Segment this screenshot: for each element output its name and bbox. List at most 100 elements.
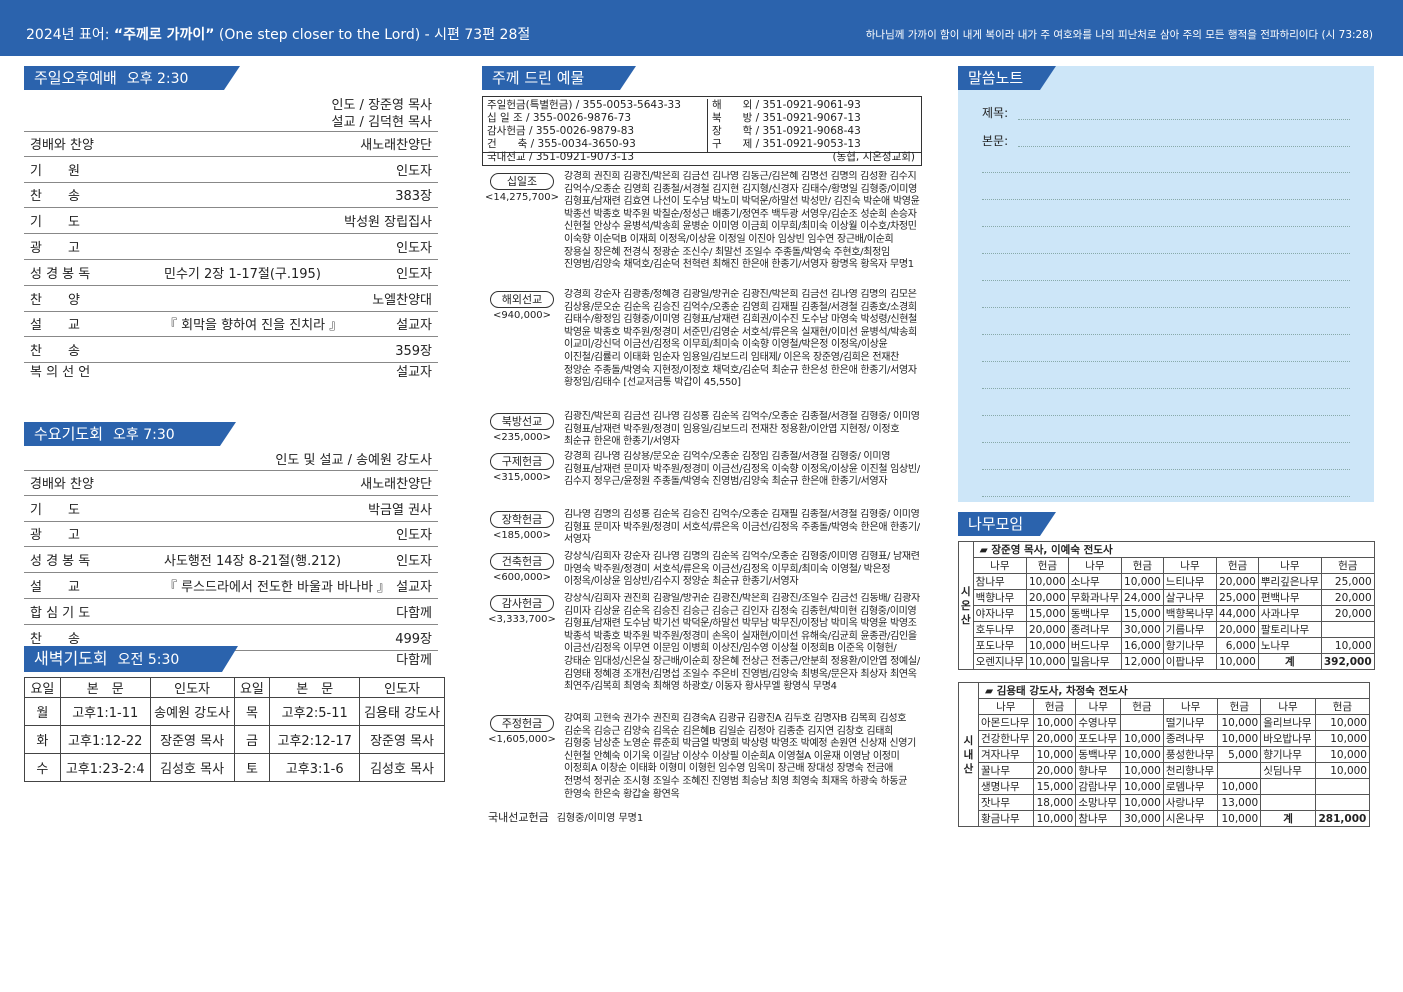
tree-cell: 천리향나무	[1162, 762, 1219, 779]
tree-cell: 10,000	[1032, 714, 1077, 731]
dawn-cell: 김성호 목사	[149, 753, 235, 782]
order-person: 설교자	[396, 579, 432, 595]
tree-cell: 겨자나무	[978, 746, 1034, 763]
tree-cell: 10,000	[1320, 637, 1375, 654]
tree-row: 황금나무 10,000 참나무 30,000 시온나무 10,000 계 281,000	[959, 810, 1371, 827]
account-list-right: 해 외 / 351-0921-9061-93 북 방 / 351-0921-906…	[707, 99, 861, 153]
dawn-cell: 김성호 목사	[359, 753, 445, 782]
tree-cell: 아몬드나무	[978, 714, 1034, 731]
offering-label: 장학헌금	[490, 511, 554, 528]
order-item: 찬 송	[30, 631, 80, 647]
order-item: 성 경 봉 독	[30, 554, 91, 570]
tree-header: 나무	[1075, 698, 1122, 715]
offering-label: 건축헌금	[490, 553, 554, 570]
tree-cell: 계	[1260, 810, 1316, 827]
tree-cell: 10,000	[1217, 714, 1262, 731]
tree-cell: 건강한나무	[978, 730, 1034, 747]
offering-amount: <3,333,700>	[488, 614, 556, 625]
account-line: 건 축 / 355-0034-3650-93	[487, 138, 636, 150]
tree-header: 나무	[1067, 557, 1123, 574]
offering-names: 김광진/박은희 김금선 김나영 김성홍 김순옥 김억수/오종순 김종철/서경철 …	[564, 411, 920, 447]
offering-item: 건축헌금 <600,000> 강상식/김희자 강순자 김나영 김명의 김순옥 김억수…	[482, 549, 924, 587]
dawn-section: 새벽기도회 오전 5:30 요일 본 문 인도자 요일 본 문 인도자 월 고후1:1-11 송…	[24, 646, 445, 782]
note-line	[982, 280, 1350, 281]
offering-item: 감사헌금 <3,333,700> 강상식/김희자 권진희 김광일/방귀순 김광진/박…	[482, 591, 924, 709]
account-line: 구 제 / 351-0921-9053-13	[712, 138, 861, 150]
dawn-cell: 장준영 목사	[359, 725, 445, 754]
tree-cell: 6,000	[1216, 637, 1259, 654]
account-line: 북 방 / 351-0921-9067-13	[712, 112, 861, 124]
tree-header: 나무	[1260, 698, 1316, 715]
dawn-cell: 금	[233, 725, 271, 754]
tree-cell: 10,000	[1025, 637, 1069, 654]
tree-cell: 44,000	[1216, 605, 1259, 622]
offering-names: 강경희 권진희 김광진/박은희 김금선 김나영 김동근/김은혜 김명선 김명의 …	[564, 171, 920, 271]
tree-cell: 감람나무	[1075, 778, 1122, 795]
order-person: 499장	[395, 631, 432, 647]
note-line	[982, 253, 1350, 254]
order-item: 찬 송	[30, 189, 80, 205]
order-row: 찬 송 359장	[24, 337, 438, 364]
order-row: 찬 송 383장	[24, 183, 438, 209]
tree-cell: 392,000	[1320, 653, 1375, 670]
note-line	[982, 496, 1350, 497]
order-item: 설 교	[30, 318, 80, 334]
order-row: 광 고 인도자	[24, 234, 438, 260]
order-item: 찬 양	[30, 292, 80, 308]
dawn-header: 본 문	[59, 677, 151, 698]
tree-cell: 기름나무	[1162, 621, 1218, 638]
note-line	[982, 307, 1350, 308]
tree-cell: 281,000	[1314, 810, 1371, 827]
tree-header: 나무	[1162, 557, 1218, 574]
offering-names: 강경희 강순자 김광종/정혜경 김광일/방귀순 김광진/박은희 김금선 김나영 …	[564, 289, 918, 389]
note-line	[982, 334, 1350, 335]
tree-header: 나무	[978, 698, 1034, 715]
header-motto: 2024년 표어: “주께로 가까이” (One step closer to …	[26, 27, 531, 43]
order-row: 경배와 찬양 새노래찬양단	[24, 131, 438, 157]
header-bar: 2024년 표어: “주께로 가까이” (One step closer to …	[0, 0, 1403, 56]
order-row: 합 심 기 도 다함께	[24, 599, 438, 625]
tree-header: 헌금	[1121, 557, 1164, 574]
note-line	[1018, 119, 1350, 120]
tree-table-sion: 시온산 ▰ 장준영 목사, 이예숙 전도사 나무 헌금 나무 헌금 나무 헌금 나무 헌금 참나무 1…	[958, 541, 1375, 670]
header-verse: 하나님께 가까이 함이 내게 복이라 내가 주 여호와를 나의 피난처로 삼아 …	[865, 29, 1373, 41]
dawn-table: 요일 본 문 인도자 요일 본 문 인도자 월 고후1:1-11 송예원 강도사 목 고후2:5-…	[24, 677, 445, 782]
offering-names: 강상식/김희자 강순자 김나영 김명의 김순옥 김억수/오종순 김형중/이미영 …	[564, 551, 920, 587]
tree-cell: 25,000	[1320, 573, 1375, 590]
tree-cell: 13,000	[1217, 794, 1262, 811]
sunday-leaders: 인도 / 장준영 목사 설교 / 김덕현 목사	[331, 98, 433, 130]
note-line	[982, 469, 1350, 470]
order-person: 박성원 장립집사	[344, 215, 432, 231]
tree-header: 나무	[1257, 557, 1322, 574]
tree-cell: 15,000	[1025, 605, 1069, 622]
account-line: 감사헌금 / 355-0026-9879-83	[487, 125, 635, 137]
tree-cell: 향기나무	[1260, 746, 1316, 763]
tree-cell: 살구나무	[1162, 589, 1218, 606]
offering-amount: <600,000>	[492, 572, 552, 583]
dawn-cell: 고후1:1-11	[59, 697, 151, 726]
order-detail: 『 회막을 향하여 진을 진치라 』	[164, 318, 343, 334]
order-item: 합 심 기 도	[30, 605, 91, 621]
order-person: 다함께	[396, 605, 432, 621]
order-item: 경배와 찬양	[30, 476, 94, 492]
note-line	[982, 442, 1350, 443]
tree-cell: 향기나무	[1162, 637, 1218, 654]
offering-item: 장학헌금 <185,000> 김나영 김명의 김성홍 김순옥 김승진 김억수/오종순…	[482, 507, 924, 545]
tree-cell: 노나무	[1257, 637, 1322, 654]
tree-cell: 10,000	[1120, 794, 1164, 811]
dawn-row: 수 고후1:23-2:4 김성호 목사 토 고후3:1-6 김성호 목사	[24, 753, 445, 782]
offering-section: 주께 드린 예물 주일헌금(특별헌금) / 355-0053-5643-33 십 …	[482, 66, 924, 824]
tree-cell: 올리브나무	[1260, 714, 1316, 731]
order-item: 광 고	[30, 240, 80, 256]
tree-cell: 10,000	[1217, 810, 1262, 827]
dawn-header: 본 문	[269, 677, 361, 698]
order-person: 인도자	[396, 528, 432, 544]
account-line: 십 일 조 / 355-0026-9876-73	[487, 112, 632, 124]
note-line	[982, 361, 1350, 362]
tree-cell	[1217, 762, 1262, 779]
offering-amount: <1,605,000>	[488, 734, 556, 745]
order-item: 설 교	[30, 579, 80, 595]
offering-item: 북방선교 <235,000> 김광진/박은희 김금선 김나영 김성홍 김순옥 김억수…	[482, 409, 924, 447]
tree-cell: 30,000	[1121, 621, 1164, 638]
order-item: 기 도	[30, 502, 80, 518]
